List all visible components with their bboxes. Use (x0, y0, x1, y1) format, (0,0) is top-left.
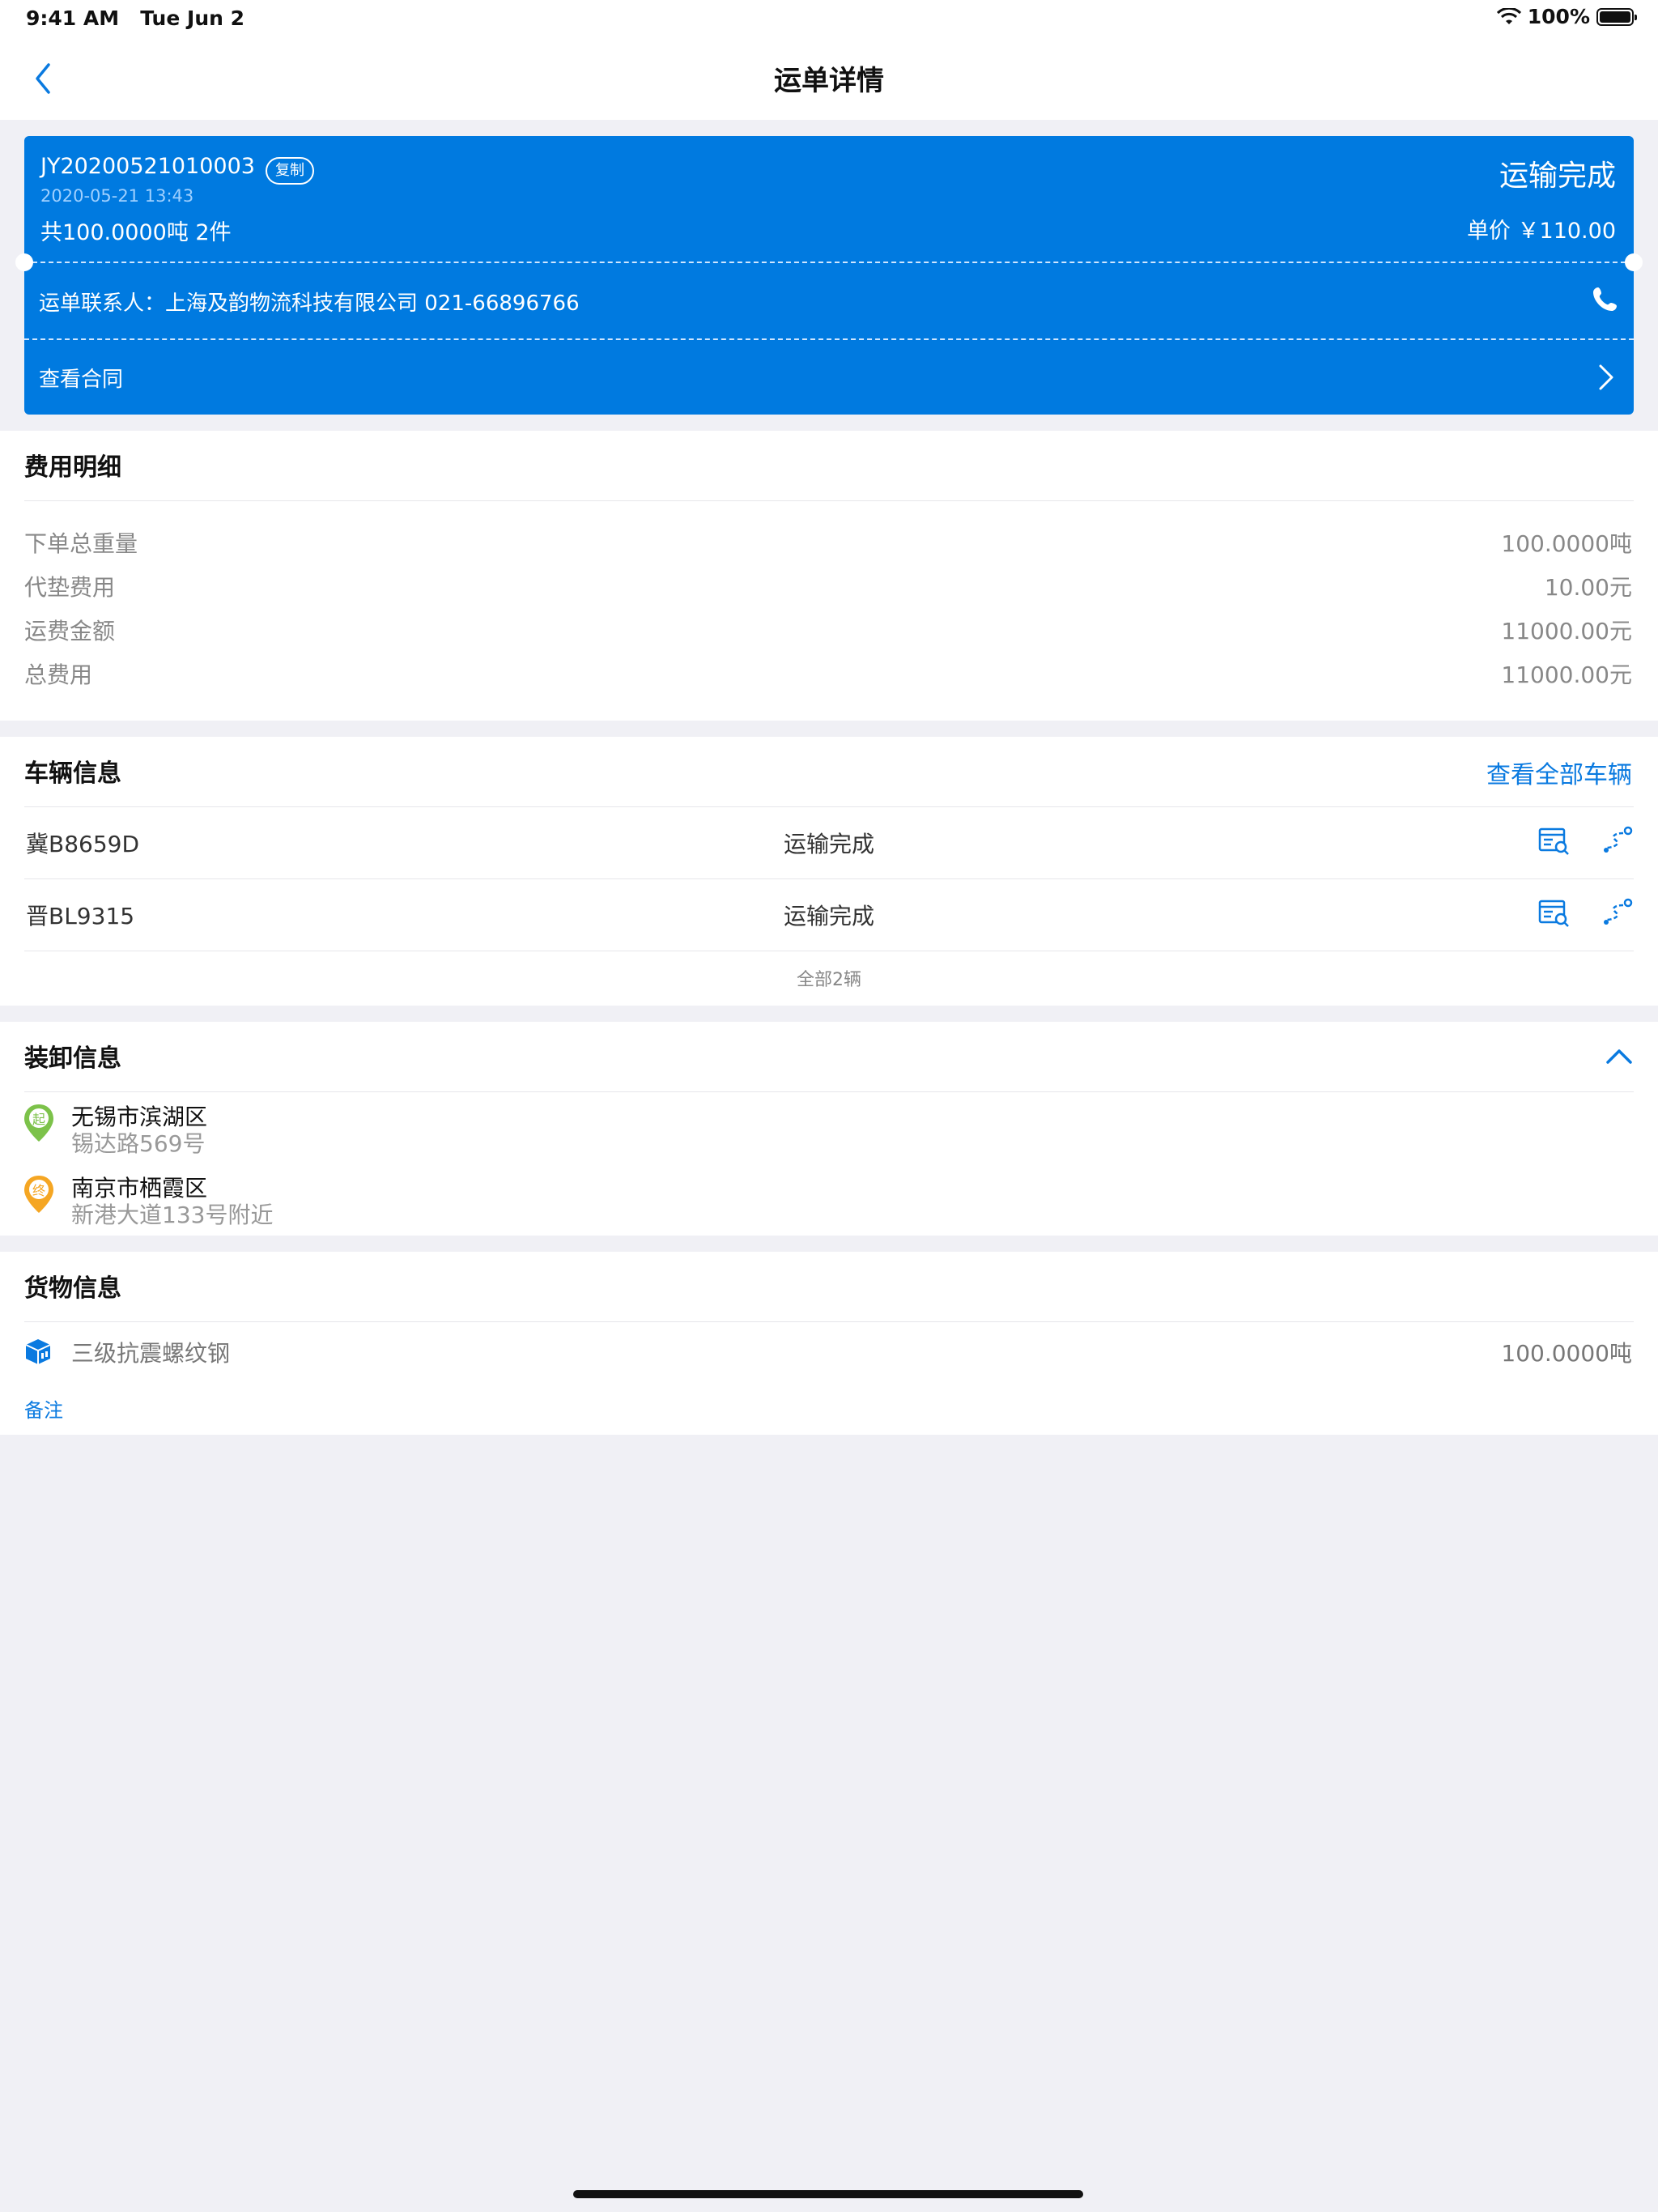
vehicle-detail-icon[interactable] (1538, 827, 1571, 856)
order-total: 共100.0000吨 2件 (40, 220, 232, 245)
order-number: JY20200521010003 (40, 154, 255, 179)
dashed-divider (24, 262, 1634, 263)
fee-value: 11000.00元 (1501, 618, 1632, 644)
phone-icon[interactable] (1592, 285, 1619, 313)
vehicle-row[interactable]: 晋BL9315 运输完成 (0, 879, 1658, 951)
vehicle-plate: 冀B8659D (26, 831, 140, 857)
fee-row: 代垫费用 10.00元 (24, 570, 1632, 602)
section-title: 车辆信息 (24, 759, 121, 788)
copy-button[interactable]: 复制 (266, 157, 314, 185)
vehicle-detail-icon[interactable] (1538, 899, 1571, 928)
status-right: 100% (1496, 5, 1637, 28)
fee-label: 运费金额 (24, 618, 116, 644)
section-title: 装卸信息 (24, 1044, 121, 1073)
cargo-name: 三级抗震螺纹钢 (71, 1340, 231, 1367)
start-badge: 起 (32, 1112, 45, 1127)
battery-percent: 100% (1527, 5, 1590, 28)
fee-label: 下单总重量 (24, 530, 138, 557)
cargo-box-icon (25, 1339, 51, 1364)
start-location-pin-icon: 起 (24, 1104, 53, 1142)
fee-label: 总费用 (24, 661, 93, 688)
battery-icon (1596, 7, 1637, 26)
fee-value: 10.00元 (1544, 574, 1632, 601)
section-title: 货物信息 (24, 1274, 121, 1303)
page-title: 运单详情 (774, 65, 884, 97)
divider (24, 1321, 1634, 1322)
fee-label: 代垫费用 (24, 574, 116, 601)
section-title: 费用明细 (24, 453, 121, 482)
start-street: 锡达路569号 (71, 1130, 206, 1157)
fee-row: 运费金额 11000.00元 (24, 614, 1632, 646)
chevron-right-icon (1599, 364, 1613, 390)
view-contract-label: 查看合同 (39, 368, 124, 392)
wifi-icon (1496, 7, 1521, 24)
loading-info-section: 装卸信息 起 无锡市滨湖区 锡达路569号 终 南京市栖霞区 新港大道133号附… (0, 1022, 1658, 1236)
view-contract-row[interactable]: 查看合同 (24, 340, 1634, 415)
nav-bar: 运单详情 (0, 39, 1658, 120)
status-time: 9:41 AM Tue Jun 2 (26, 6, 245, 30)
divider (24, 1091, 1634, 1092)
remark-link[interactable]: 备注 (24, 1394, 63, 1423)
vehicle-route-icon[interactable] (1601, 825, 1634, 856)
fee-row: 下单总重量 100.0000吨 (24, 526, 1632, 559)
unit-price: 单价 ￥110.00 (1466, 219, 1616, 244)
vehicle-row[interactable]: 冀B8659D 运输完成 (0, 807, 1658, 878)
card-notch-left (15, 253, 33, 271)
order-contact: 运单联系人：上海及韵物流科技有限公司 021-66896766 (39, 291, 580, 316)
order-summary-card: JY20200521010003 复制 2020-05-21 13:43 共10… (15, 136, 1643, 415)
vehicle-info-section: 车辆信息 查看全部车辆 冀B8659D 运输完成 晋BL9315 运输完成 全部… (0, 737, 1658, 1006)
vehicle-plate: 晋BL9315 (26, 903, 135, 929)
cargo-weight: 100.0000吨 (1501, 1340, 1632, 1367)
end-street: 新港大道133号附近 (71, 1202, 274, 1228)
fee-value: 11000.00元 (1501, 661, 1632, 688)
cargo-info-section: 货物信息 三级抗震螺纹钢 100.0000吨 备注 (0, 1252, 1658, 1435)
vehicle-total: 全部2辆 (797, 970, 861, 990)
home-indicator (573, 2190, 1083, 2198)
fee-value: 100.0000吨 (1501, 530, 1632, 557)
fee-row: 总费用 11000.00元 (24, 657, 1632, 690)
divider (24, 500, 1634, 501)
order-status: 运输完成 (1499, 160, 1616, 193)
end-badge: 终 (32, 1183, 45, 1198)
status-bar: 9:41 AM Tue Jun 2 100% (0, 0, 1658, 39)
card-notch-right (1625, 253, 1643, 271)
chevron-up-icon[interactable] (1605, 1046, 1634, 1066)
fee-details-section: 费用明细 下单总重量 100.0000吨 代垫费用 10.00元 运费金额 11… (0, 431, 1658, 721)
vehicle-status: 运输完成 (784, 831, 875, 857)
vehicle-status: 运输完成 (784, 903, 875, 929)
end-location-pin-icon: 终 (24, 1176, 53, 1213)
order-datetime: 2020-05-21 13:43 (40, 186, 194, 206)
view-all-vehicles-link[interactable]: 查看全部车辆 (1486, 755, 1632, 790)
vehicle-route-icon[interactable] (1601, 897, 1634, 928)
